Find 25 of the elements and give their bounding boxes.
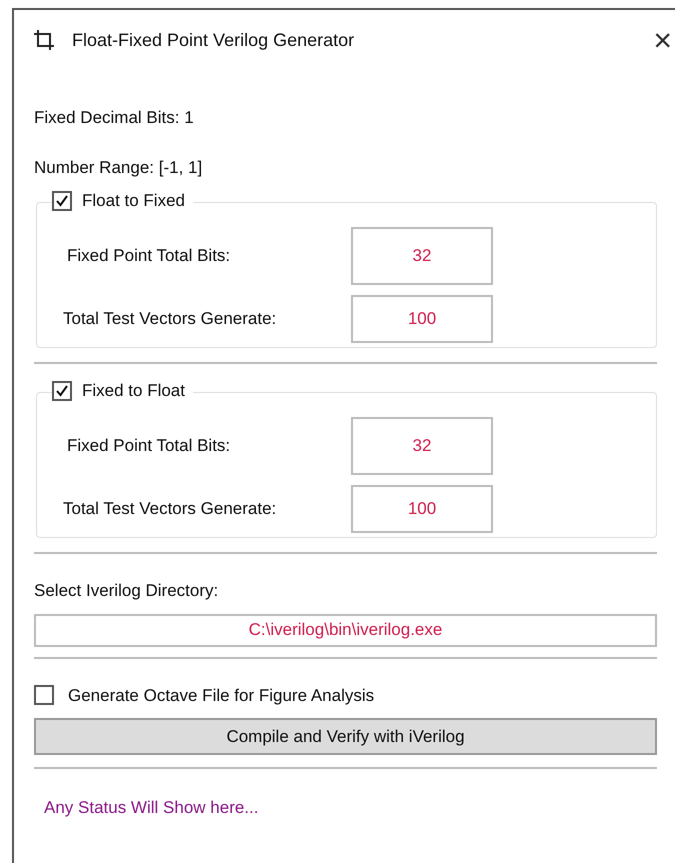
compile-button[interactable]: Compile and Verify with iVerilog <box>34 718 657 755</box>
status-text: Any Status Will Show here... <box>44 797 260 819</box>
directory-field[interactable]: C:\iverilog\bin\iverilog.exe <box>34 614 657 646</box>
checkmark-icon <box>55 384 69 398</box>
directory-label: Select Iverilog Directory: <box>34 580 220 602</box>
field-label: Total Test Vectors Generate: <box>63 498 278 520</box>
checkbox[interactable] <box>52 190 72 211</box>
checkbox[interactable] <box>34 685 54 706</box>
info-text: Number Range: [-1, 1] <box>34 156 204 178</box>
field-label: Fixed Point Total Bits: <box>66 245 232 268</box>
checkmark-icon <box>55 194 69 208</box>
input-field[interactable]: 100 <box>351 485 493 533</box>
field-label: Fixed Point Total Bits: <box>66 435 232 458</box>
close-button[interactable]: × <box>653 24 672 56</box>
input-field[interactable]: 32 <box>351 227 493 285</box>
group-label: Fixed to Float <box>82 380 185 402</box>
input-field[interactable]: 100 <box>351 295 493 343</box>
window-title: Float-Fixed Point Verilog Generator <box>72 28 354 52</box>
input-field[interactable]: 32 <box>351 417 493 475</box>
checkbox-label: Generate Octave File for Figure Analysis <box>68 684 374 706</box>
info-text: Fixed Decimal Bits: 1 <box>34 107 195 129</box>
crop-icon <box>32 28 56 52</box>
checkbox[interactable] <box>52 380 72 401</box>
group-label: Float to Fixed <box>82 190 185 212</box>
field-label: Total Test Vectors Generate: <box>63 308 278 330</box>
